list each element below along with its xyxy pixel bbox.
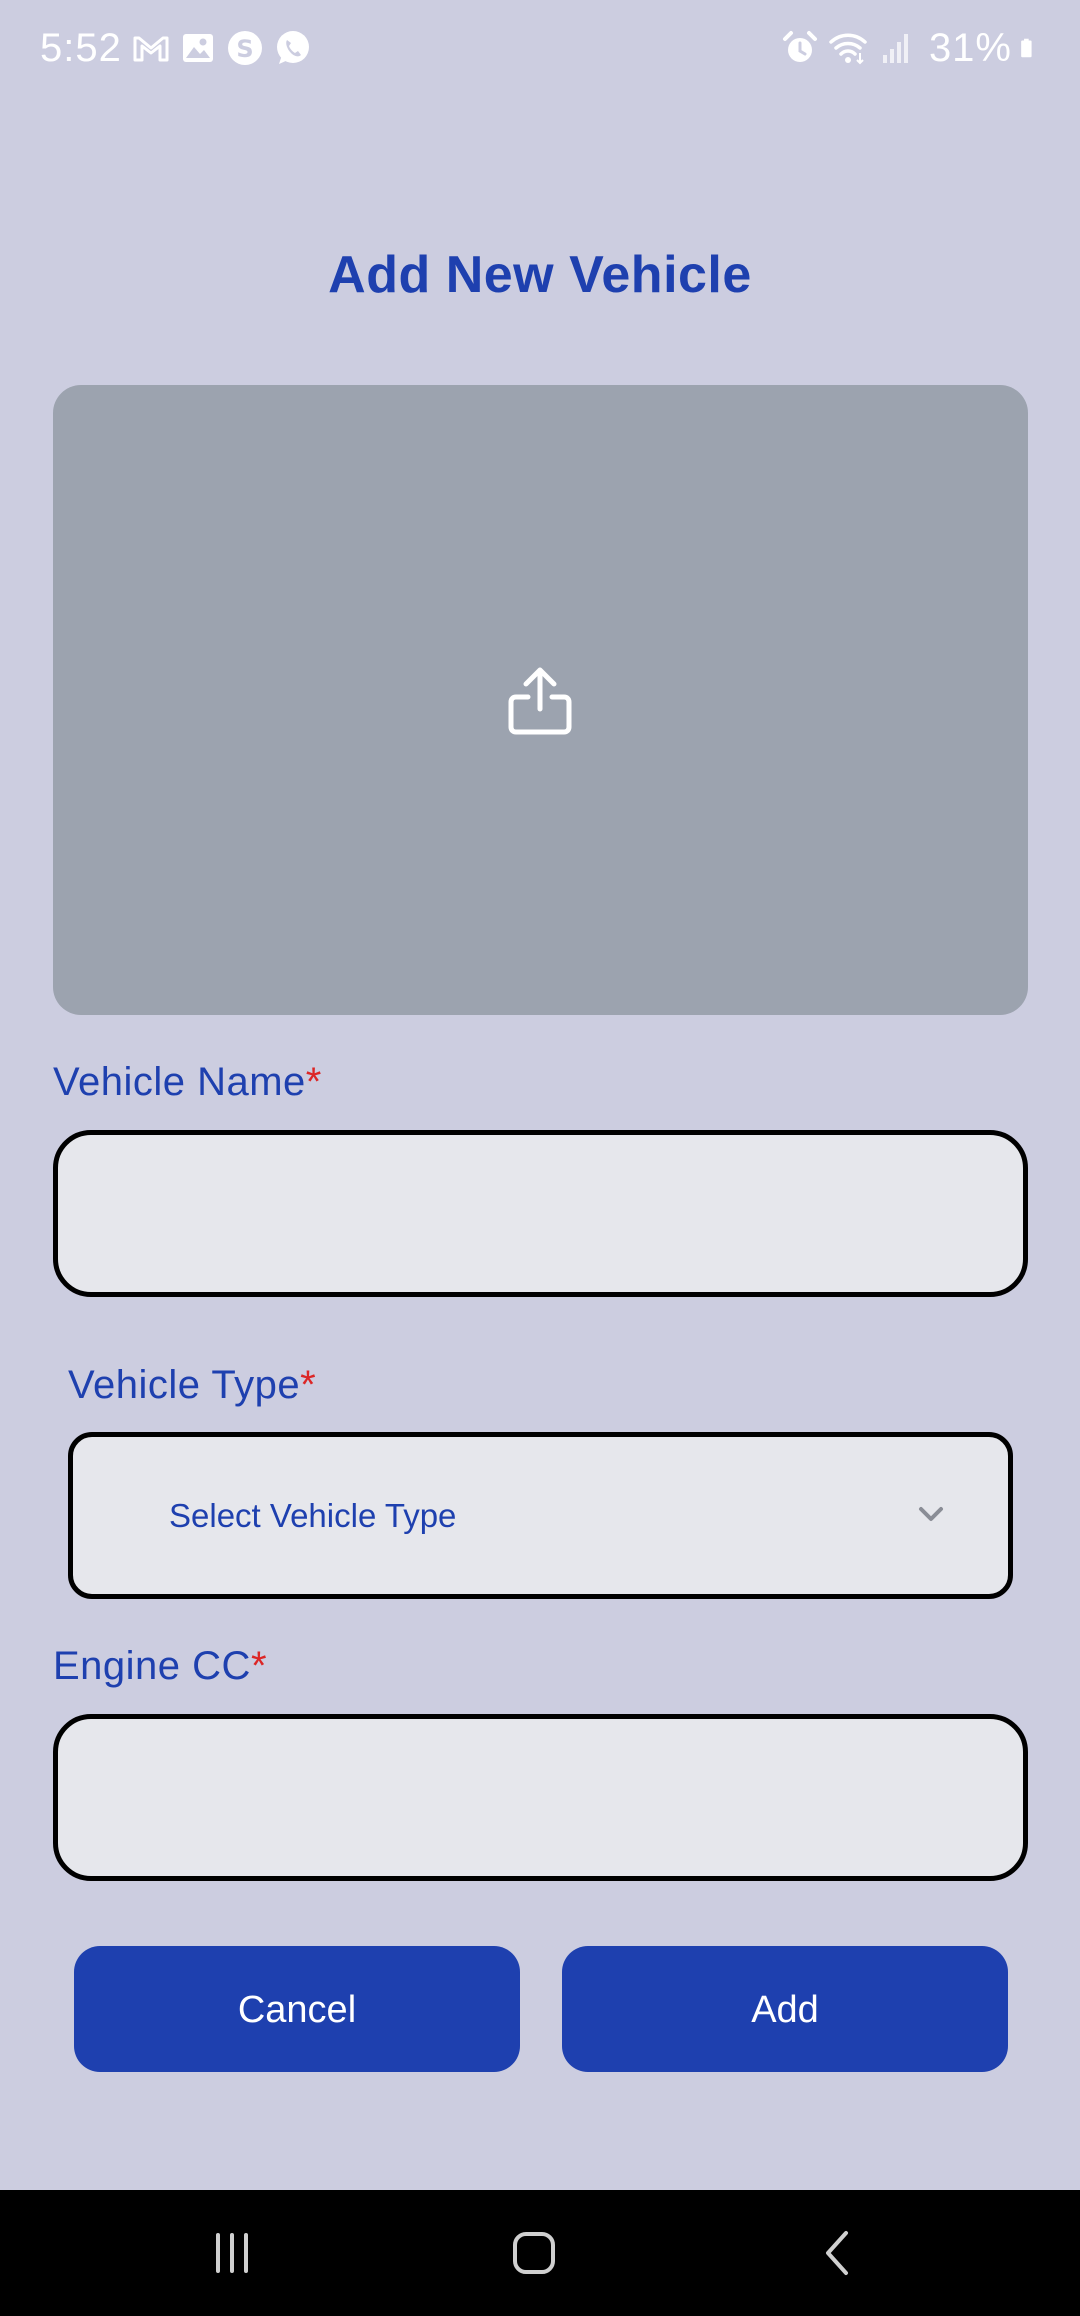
home-icon (513, 2232, 555, 2274)
chevron-down-icon (919, 1507, 943, 1521)
engine-cc-label: Engine CC* (53, 1638, 267, 1694)
vehicle-type-select[interactable]: Select Vehicle Type (68, 1432, 1013, 1599)
gallery-icon (183, 34, 213, 62)
vehicle-name-label-text: Vehicle Name (53, 1060, 306, 1104)
engine-cc-label-text: Engine CC (53, 1644, 251, 1688)
wifi-icon (829, 33, 867, 65)
vehicle-type-label: Vehicle Type* (68, 1357, 316, 1413)
status-bar: 5:52 S 31% (0, 0, 1080, 96)
svg-text:S: S (236, 35, 253, 63)
page-title: Add New Vehicle (328, 246, 752, 304)
vehicle-type-label-text: Vehicle Type (68, 1363, 301, 1407)
vehicle-name-label: Vehicle Name* (53, 1054, 322, 1110)
notification-icons: S (132, 28, 320, 68)
back-button[interactable] (757, 2190, 917, 2316)
battery-percent: 31% (928, 25, 1012, 70)
required-mark: * (305, 1060, 322, 1104)
recents-button[interactable] (152, 2190, 312, 2316)
home-button[interactable] (454, 2190, 614, 2316)
signal-icon (882, 34, 908, 63)
required-mark: * (250, 1644, 268, 1688)
system-icons: 31% (771, 20, 1042, 76)
required-mark: * (300, 1363, 317, 1407)
vehicle-name-input[interactable] (53, 1130, 1028, 1297)
cancel-button[interactable]: Cancel (74, 1946, 520, 2072)
battery-icon (1021, 38, 1032, 58)
vehicle-type-selected-value: Select Vehicle Type (169, 1497, 457, 1534)
gmail-icon (133, 36, 169, 62)
skype-icon: S (228, 31, 262, 65)
whatsapp-icon (277, 31, 309, 64)
add-button[interactable]: Add (562, 1946, 1008, 2072)
navigation-bar (0, 2190, 1080, 2316)
recents-icon (216, 2233, 248, 2273)
engine-cc-input[interactable] (53, 1714, 1028, 1881)
upload-icon[interactable] (506, 665, 574, 737)
alarm-icon (782, 31, 817, 62)
back-icon (826, 2231, 848, 2275)
status-time: 5:52 (40, 26, 122, 70)
